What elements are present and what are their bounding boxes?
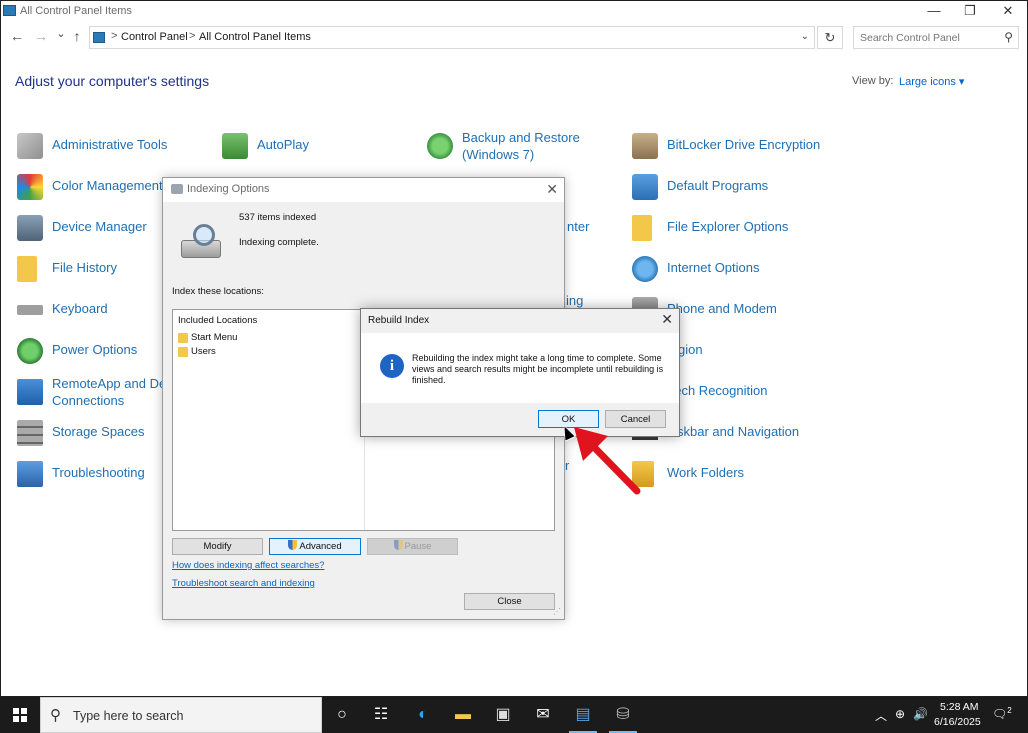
windows-logo-icon xyxy=(13,708,27,722)
notifications-icon[interactable]: 🗨2 xyxy=(992,706,1012,721)
taskbar: ⚲ Type here to search ○ ☷ ◐ ▬ ▣ ✉ ▤ ⛁ ︿ … xyxy=(0,697,1028,733)
clock-time[interactable]: 5:28 AM xyxy=(940,701,979,713)
network-icon[interactable]: ⊕ xyxy=(895,707,905,721)
edge-icon[interactable]: ◐ xyxy=(403,697,443,733)
show-hidden-icons-chevron-icon[interactable]: ︿ xyxy=(875,707,887,724)
mail-icon[interactable]: ✉ xyxy=(523,697,563,733)
notification-count: 2 xyxy=(1007,706,1012,715)
taskbar-search-box[interactable]: ⚲ Type here to search xyxy=(40,697,322,733)
taskbar-search-placeholder: Type here to search xyxy=(73,709,184,723)
red-arrow-annotation xyxy=(574,427,641,495)
search-icon: ⚲ xyxy=(50,707,61,724)
indexing-options-taskbar-icon[interactable]: ⛁ xyxy=(603,697,643,733)
file-explorer-icon[interactable]: ▬ xyxy=(443,697,483,733)
task-view-icon[interactable]: ☷ xyxy=(361,697,401,733)
control-panel-taskbar-icon[interactable]: ▤ xyxy=(563,697,603,733)
clock-date[interactable]: 6/16/2025 xyxy=(934,716,981,728)
cortana-icon[interactable]: ○ xyxy=(322,697,362,733)
start-button[interactable] xyxy=(0,697,40,733)
arrow-shaft xyxy=(586,439,641,495)
store-icon[interactable]: ▣ xyxy=(483,697,523,733)
volume-icon[interactable]: 🔊 xyxy=(913,707,928,721)
